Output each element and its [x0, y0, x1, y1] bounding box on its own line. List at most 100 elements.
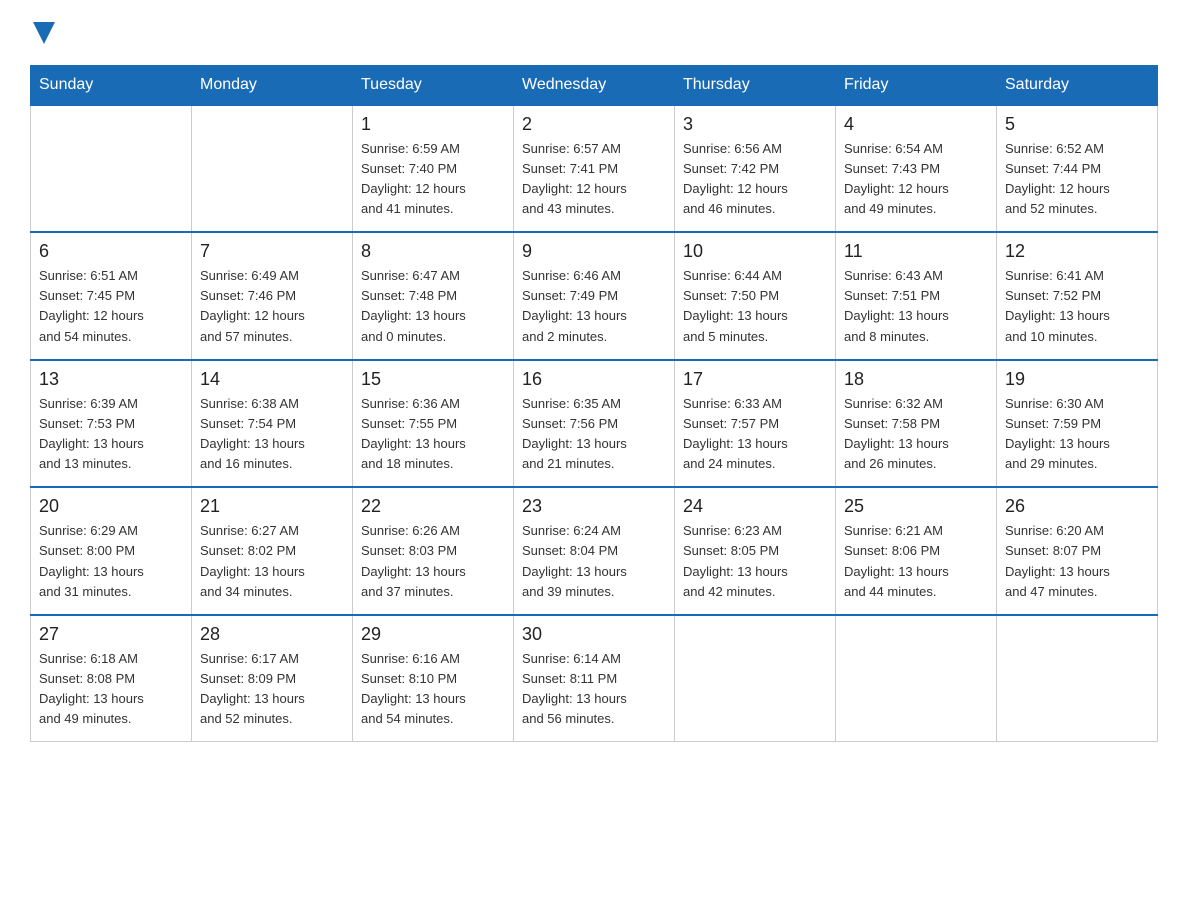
day-number: 27 [39, 624, 183, 645]
logo-triangle-icon [33, 22, 55, 44]
day-number: 21 [200, 496, 344, 517]
day-number: 22 [361, 496, 505, 517]
day-info: Sunrise: 6:23 AM Sunset: 8:05 PM Dayligh… [683, 521, 827, 602]
calendar-day-header: Friday [836, 65, 997, 105]
day-info: Sunrise: 6:32 AM Sunset: 7:58 PM Dayligh… [844, 394, 988, 475]
calendar-header-row: SundayMondayTuesdayWednesdayThursdayFrid… [31, 65, 1158, 105]
day-info: Sunrise: 6:33 AM Sunset: 7:57 PM Dayligh… [683, 394, 827, 475]
calendar-cell: 7 Sunrise: 6:49 AM Sunset: 7:46 PM Daylig… [192, 232, 353, 360]
day-info: Sunrise: 6:29 AM Sunset: 8:00 PM Dayligh… [39, 521, 183, 602]
calendar-cell: 20 Sunrise: 6:29 AM Sunset: 8:00 PM Dayli… [31, 487, 192, 615]
day-number: 18 [844, 369, 988, 390]
day-info: Sunrise: 6:24 AM Sunset: 8:04 PM Dayligh… [522, 521, 666, 602]
calendar-cell: 17 Sunrise: 6:33 AM Sunset: 7:57 PM Dayli… [675, 360, 836, 488]
calendar-cell: 11 Sunrise: 6:43 AM Sunset: 7:51 PM Dayli… [836, 232, 997, 360]
calendar-cell: 14 Sunrise: 6:38 AM Sunset: 7:54 PM Dayli… [192, 360, 353, 488]
calendar-cell: 27 Sunrise: 6:18 AM Sunset: 8:08 PM Dayli… [31, 615, 192, 742]
calendar-cell: 26 Sunrise: 6:20 AM Sunset: 8:07 PM Dayli… [997, 487, 1158, 615]
day-info: Sunrise: 6:18 AM Sunset: 8:08 PM Dayligh… [39, 649, 183, 730]
calendar-cell: 28 Sunrise: 6:17 AM Sunset: 8:09 PM Dayli… [192, 615, 353, 742]
calendar-table: SundayMondayTuesdayWednesdayThursdayFrid… [30, 65, 1158, 743]
day-info: Sunrise: 6:47 AM Sunset: 7:48 PM Dayligh… [361, 266, 505, 347]
day-info: Sunrise: 6:44 AM Sunset: 7:50 PM Dayligh… [683, 266, 827, 347]
day-info: Sunrise: 6:16 AM Sunset: 8:10 PM Dayligh… [361, 649, 505, 730]
calendar-week-row: 20 Sunrise: 6:29 AM Sunset: 8:00 PM Dayli… [31, 487, 1158, 615]
calendar-cell: 1 Sunrise: 6:59 AM Sunset: 7:40 PM Daylig… [353, 105, 514, 233]
calendar-cell: 23 Sunrise: 6:24 AM Sunset: 8:04 PM Dayli… [514, 487, 675, 615]
day-number: 12 [1005, 241, 1149, 262]
day-info: Sunrise: 6:17 AM Sunset: 8:09 PM Dayligh… [200, 649, 344, 730]
calendar-day-header: Thursday [675, 65, 836, 105]
calendar-cell [31, 105, 192, 233]
day-number: 4 [844, 114, 988, 135]
day-info: Sunrise: 6:39 AM Sunset: 7:53 PM Dayligh… [39, 394, 183, 475]
day-number: 14 [200, 369, 344, 390]
calendar-cell: 8 Sunrise: 6:47 AM Sunset: 7:48 PM Daylig… [353, 232, 514, 360]
calendar-cell: 19 Sunrise: 6:30 AM Sunset: 7:59 PM Dayli… [997, 360, 1158, 488]
calendar-day-header: Saturday [997, 65, 1158, 105]
day-info: Sunrise: 6:59 AM Sunset: 7:40 PM Dayligh… [361, 139, 505, 220]
day-number: 26 [1005, 496, 1149, 517]
day-info: Sunrise: 6:41 AM Sunset: 7:52 PM Dayligh… [1005, 266, 1149, 347]
day-number: 15 [361, 369, 505, 390]
day-info: Sunrise: 6:43 AM Sunset: 7:51 PM Dayligh… [844, 266, 988, 347]
day-number: 6 [39, 241, 183, 262]
calendar-week-row: 13 Sunrise: 6:39 AM Sunset: 7:53 PM Dayli… [31, 360, 1158, 488]
calendar-cell: 5Sunrise: 6:52 AM Sunset: 7:44 PM Daylig… [997, 105, 1158, 233]
day-number: 16 [522, 369, 666, 390]
day-info: Sunrise: 6:26 AM Sunset: 8:03 PM Dayligh… [361, 521, 505, 602]
day-info: Sunrise: 6:30 AM Sunset: 7:59 PM Dayligh… [1005, 394, 1149, 475]
day-info: Sunrise: 6:14 AM Sunset: 8:11 PM Dayligh… [522, 649, 666, 730]
calendar-cell: 25 Sunrise: 6:21 AM Sunset: 8:06 PM Dayli… [836, 487, 997, 615]
calendar-cell: 18 Sunrise: 6:32 AM Sunset: 7:58 PM Dayli… [836, 360, 997, 488]
calendar-cell: 9 Sunrise: 6:46 AM Sunset: 7:49 PM Daylig… [514, 232, 675, 360]
day-number: 28 [200, 624, 344, 645]
day-number: 24 [683, 496, 827, 517]
day-info: Sunrise: 6:46 AM Sunset: 7:49 PM Dayligh… [522, 266, 666, 347]
calendar-day-header: Wednesday [514, 65, 675, 105]
day-info: Sunrise: 6:21 AM Sunset: 8:06 PM Dayligh… [844, 521, 988, 602]
day-number: 29 [361, 624, 505, 645]
day-info: Sunrise: 6:20 AM Sunset: 8:07 PM Dayligh… [1005, 521, 1149, 602]
day-info: Sunrise: 6:57 AM Sunset: 7:41 PM Dayligh… [522, 139, 666, 220]
calendar-day-header: Tuesday [353, 65, 514, 105]
day-number: 7 [200, 241, 344, 262]
day-number: 17 [683, 369, 827, 390]
day-number: 3 [683, 114, 827, 135]
day-info: Sunrise: 6:49 AM Sunset: 7:46 PM Dayligh… [200, 266, 344, 347]
calendar-cell [675, 615, 836, 742]
day-number: 25 [844, 496, 988, 517]
calendar-day-header: Monday [192, 65, 353, 105]
day-number: 2 [522, 114, 666, 135]
calendar-cell: 22 Sunrise: 6:26 AM Sunset: 8:03 PM Dayli… [353, 487, 514, 615]
day-info: Sunrise: 6:54 AM Sunset: 7:43 PM Dayligh… [844, 139, 988, 220]
calendar-cell: 21 Sunrise: 6:27 AM Sunset: 8:02 PM Dayli… [192, 487, 353, 615]
calendar-cell: 3Sunrise: 6:56 AM Sunset: 7:42 PM Daylig… [675, 105, 836, 233]
day-number: 13 [39, 369, 183, 390]
calendar-cell: 29 Sunrise: 6:16 AM Sunset: 8:10 PM Dayli… [353, 615, 514, 742]
calendar-cell: 10 Sunrise: 6:44 AM Sunset: 7:50 PM Dayli… [675, 232, 836, 360]
day-number: 23 [522, 496, 666, 517]
day-info: Sunrise: 6:52 AM Sunset: 7:44 PM Dayligh… [1005, 139, 1149, 220]
calendar-cell [836, 615, 997, 742]
page-header [30, 20, 1158, 45]
day-number: 1 [361, 114, 505, 135]
day-number: 20 [39, 496, 183, 517]
logo [30, 20, 55, 45]
calendar-week-row: 27 Sunrise: 6:18 AM Sunset: 8:08 PM Dayli… [31, 615, 1158, 742]
day-number: 19 [1005, 369, 1149, 390]
day-info: Sunrise: 6:38 AM Sunset: 7:54 PM Dayligh… [200, 394, 344, 475]
calendar-cell: 24 Sunrise: 6:23 AM Sunset: 8:05 PM Dayli… [675, 487, 836, 615]
calendar-cell [997, 615, 1158, 742]
day-number: 8 [361, 241, 505, 262]
calendar-cell: 4 Sunrise: 6:54 AM Sunset: 7:43 PM Daylig… [836, 105, 997, 233]
calendar-week-row: 1 Sunrise: 6:59 AM Sunset: 7:40 PM Daylig… [31, 105, 1158, 233]
day-number: 11 [844, 241, 988, 262]
day-info: Sunrise: 6:36 AM Sunset: 7:55 PM Dayligh… [361, 394, 505, 475]
day-number: 30 [522, 624, 666, 645]
day-info: Sunrise: 6:51 AM Sunset: 7:45 PM Dayligh… [39, 266, 183, 347]
day-number: 9 [522, 241, 666, 262]
calendar-cell: 15 Sunrise: 6:36 AM Sunset: 7:55 PM Dayli… [353, 360, 514, 488]
day-info: Sunrise: 6:27 AM Sunset: 8:02 PM Dayligh… [200, 521, 344, 602]
day-number: 10 [683, 241, 827, 262]
